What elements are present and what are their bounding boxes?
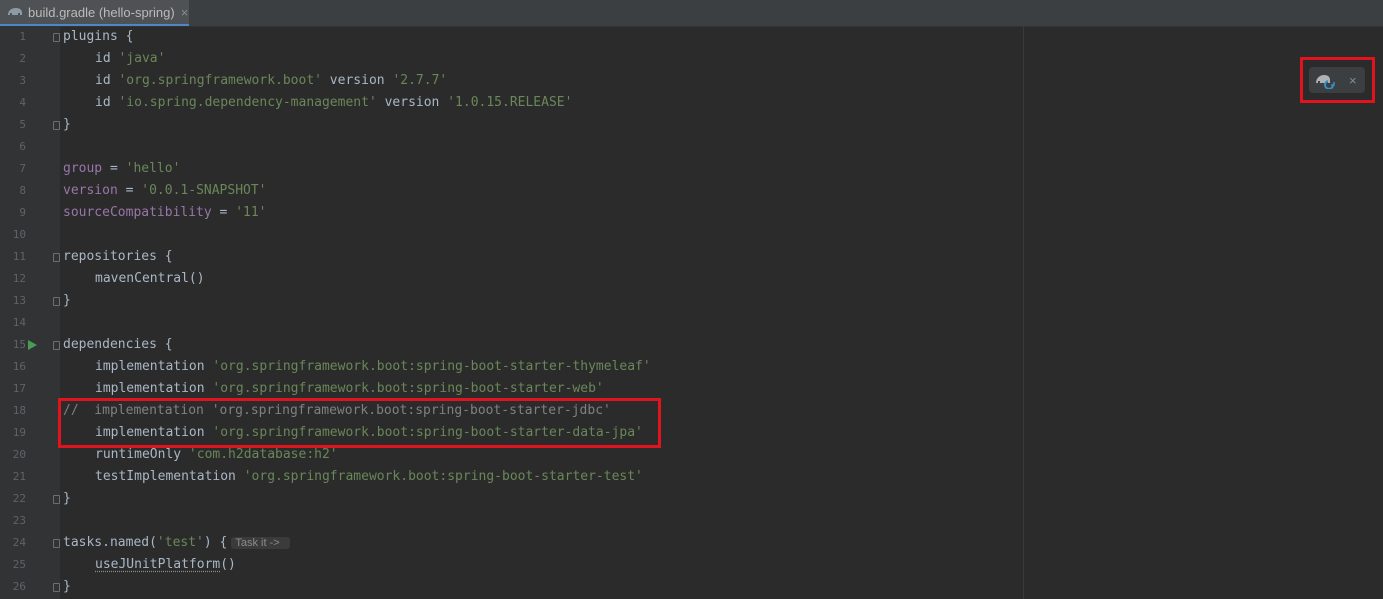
fold-marker-icon[interactable] xyxy=(53,121,60,130)
code-line: plugins { xyxy=(63,29,134,44)
right-margin-guide xyxy=(1023,26,1024,599)
code-line: sourceCompatibility = '11' xyxy=(63,205,267,220)
line-number: 2 xyxy=(19,52,26,65)
fold-marker-icon[interactable] xyxy=(53,341,60,350)
fold-marker-icon[interactable] xyxy=(53,33,60,42)
code-line: implementation 'org.springframework.boot… xyxy=(95,359,651,374)
code-line: } xyxy=(63,117,71,132)
fold-marker-icon[interactable] xyxy=(53,297,60,306)
close-icon[interactable]: × xyxy=(1349,73,1357,88)
line-number: 1 xyxy=(19,30,26,43)
tab-build-gradle[interactable]: build.gradle (hello-spring) × xyxy=(0,0,189,26)
tab-close-icon[interactable]: × xyxy=(181,5,189,20)
code-line: repositories { xyxy=(63,249,173,264)
line-number: 22 xyxy=(12,492,26,505)
line-number: 12 xyxy=(12,272,26,285)
line-number: 24 xyxy=(12,536,26,549)
gradle-elephant-icon xyxy=(8,8,22,15)
line-number: 9 xyxy=(19,206,26,219)
fold-marker-icon[interactable] xyxy=(53,495,60,504)
code-line: implementation 'org.springframework.boot… xyxy=(95,381,604,396)
line-number: 4 xyxy=(19,96,26,109)
line-number: 7 xyxy=(19,162,26,175)
line-number: 8 xyxy=(19,184,26,197)
code-line: group = 'hello' xyxy=(63,161,181,176)
line-number: 23 xyxy=(12,514,26,527)
line-number: 3 xyxy=(19,74,26,87)
line-number: 26 xyxy=(12,580,26,593)
line-number: 19 xyxy=(12,426,26,439)
line-number: 15 xyxy=(12,338,26,351)
code-line: id 'org.springframework.boot' version '2… xyxy=(95,73,448,88)
tab-label: build.gradle (hello-spring) xyxy=(28,4,175,20)
line-number: 11 xyxy=(12,250,26,263)
line-number: 20 xyxy=(12,448,26,461)
code-line: dependencies { xyxy=(63,337,173,352)
highlight-box-dependencies xyxy=(58,398,661,448)
line-number: 6 xyxy=(19,140,26,153)
line-number: 16 xyxy=(12,360,26,373)
line-number: 5 xyxy=(19,118,26,131)
code-line: } xyxy=(63,579,71,594)
code-line: version = '0.0.1-SNAPSHOT' xyxy=(63,183,267,198)
line-number: 25 xyxy=(12,558,26,571)
code-line: mavenCentral() xyxy=(95,271,205,286)
code-line: useJUnitPlatform() xyxy=(95,557,236,572)
code-line: } xyxy=(63,293,71,308)
inlay-hint: Task it -> xyxy=(231,537,290,549)
line-number: 14 xyxy=(12,316,26,329)
fold-marker-icon[interactable] xyxy=(53,253,60,262)
code-line: } xyxy=(63,491,71,506)
line-number: 21 xyxy=(12,470,26,483)
code-line: id 'io.spring.dependency-management' ver… xyxy=(95,95,573,110)
run-gutter-icon[interactable] xyxy=(28,340,37,350)
editor-tab-bar: build.gradle (hello-spring) × xyxy=(0,0,1383,27)
code-line: testImplementation 'org.springframework.… xyxy=(95,469,643,484)
fold-marker-icon[interactable] xyxy=(53,583,60,592)
code-line: id 'java' xyxy=(95,51,166,66)
code-line: tasks.named('test') {Task it -> xyxy=(63,532,290,554)
fold-marker-icon[interactable] xyxy=(53,539,60,548)
line-number: 17 xyxy=(12,382,26,395)
line-number: 10 xyxy=(12,228,26,241)
gradle-reload-icon[interactable] xyxy=(1315,71,1335,89)
line-number: 18 xyxy=(12,404,26,417)
line-number: 13 xyxy=(12,294,26,307)
gradle-floating-toolbar: × xyxy=(1309,67,1365,93)
